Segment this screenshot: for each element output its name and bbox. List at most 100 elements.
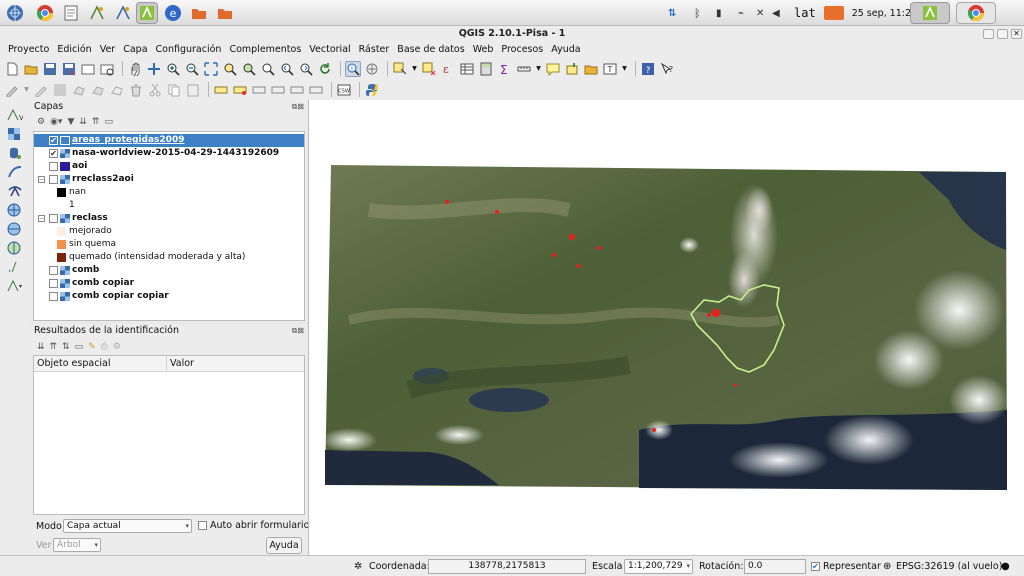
render-checkbox[interactable]: ✔: [811, 562, 820, 571]
deselect-icon[interactable]: [421, 61, 437, 77]
delete-selected-icon[interactable]: [128, 82, 144, 98]
whats-this-icon[interactable]: ?: [659, 61, 675, 77]
qgis-desktop-icon[interactable]: [136, 2, 158, 24]
help-contents-icon[interactable]: ?: [640, 61, 656, 77]
map-canvas[interactable]: [308, 100, 1024, 555]
qgis-alt-icon[interactable]: [112, 2, 134, 24]
composer-manager-icon[interactable]: [99, 61, 115, 77]
zoom-in-icon[interactable]: [165, 61, 181, 77]
add-delimited-text-icon[interactable]: ,: [6, 259, 24, 275]
rotation-field[interactable]: 0.0: [744, 559, 806, 574]
expression-select-icon[interactable]: ε: [440, 61, 456, 77]
filter-legend-icon[interactable]: ▼: [67, 117, 74, 127]
coordinate-field[interactable]: 138778,2175813: [428, 559, 586, 574]
layer-visibility-checkbox[interactable]: [49, 162, 58, 171]
action-icon[interactable]: [364, 61, 380, 77]
menu-vectorial[interactable]: Vectorial: [305, 42, 354, 58]
dock-float-close-buttons[interactable]: ⧉⊠: [292, 102, 304, 112]
toggle-editing-icon[interactable]: [33, 82, 49, 98]
pan-to-selection-icon[interactable]: [146, 61, 162, 77]
layer-visibility-checkbox[interactable]: ✔: [49, 149, 58, 158]
new-bookmark-icon[interactable]: [564, 61, 580, 77]
save-as-icon[interactable]: [61, 61, 77, 77]
qgis-window-button[interactable]: [910, 2, 950, 24]
clock[interactable]: 25 sep, 11:21: [852, 8, 917, 19]
label-tool-icon[interactable]: [213, 82, 229, 98]
new-project-icon[interactable]: [4, 61, 20, 77]
mode-select[interactable]: Capa actual ▾: [63, 519, 192, 533]
cut-features-icon[interactable]: [147, 82, 163, 98]
pan-hand-icon[interactable]: [127, 61, 143, 77]
zoom-last-icon[interactable]: [279, 61, 295, 77]
field-calculator-icon[interactable]: [478, 61, 494, 77]
text-editor-icon[interactable]: [60, 2, 82, 24]
menu-raster[interactable]: Ráster: [355, 42, 394, 58]
collapse-all-icon[interactable]: ⇈: [92, 117, 100, 127]
chrome-window-button[interactable]: [956, 2, 996, 24]
expand-new-icon[interactable]: ⇅: [62, 342, 70, 352]
column-value[interactable]: Valor: [167, 356, 304, 372]
menu-proyecto[interactable]: Proyecto: [4, 42, 53, 58]
folder-icon[interactable]: [214, 2, 236, 24]
dropdown-arrow-icon[interactable]: ▾: [23, 82, 30, 98]
save-project-icon[interactable]: [42, 61, 58, 77]
add-wcs-layer-icon[interactable]: [6, 221, 24, 237]
tray-app-icon[interactable]: [823, 6, 844, 20]
help-button[interactable]: Ayuda: [266, 537, 302, 554]
statistics-sigma-icon[interactable]: Σ: [497, 61, 513, 77]
save-layer-edits-icon[interactable]: [52, 82, 68, 98]
show-bookmarks-icon[interactable]: [583, 61, 599, 77]
add-spatialite-layer-icon[interactable]: [6, 164, 24, 180]
node-tool-icon[interactable]: [109, 82, 125, 98]
show-hide-labels-icon[interactable]: [251, 82, 267, 98]
close-button[interactable]: ✕: [1011, 29, 1022, 39]
layer-visibility-checkbox[interactable]: [49, 266, 58, 275]
auto-open-checkbox[interactable]: [198, 521, 207, 530]
zoom-out-icon[interactable]: [184, 61, 200, 77]
add-wfs-layer-icon[interactable]: [6, 240, 24, 256]
menu-ayuda[interactable]: Ayuda: [547, 42, 584, 58]
layer-row-areas-protegidas[interactable]: ✔ areas_protegidas2009: [34, 134, 304, 147]
remove-layer-icon[interactable]: ▭: [104, 117, 113, 127]
chrome-icon[interactable]: [34, 2, 56, 24]
layer-visibility-checkbox[interactable]: [49, 175, 58, 184]
pin-labels-icon[interactable]: [232, 82, 248, 98]
layer-visibility-checkbox[interactable]: [49, 279, 58, 288]
crs-status[interactable]: EPSG:32619 (al vuelo): [896, 560, 1002, 573]
scale-select[interactable]: 1:1,200,729 ▾: [624, 559, 693, 574]
menu-configuracion[interactable]: Configuración: [152, 42, 226, 58]
volume-icon[interactable]: ◀: [772, 8, 784, 19]
layer-visibility-checkbox[interactable]: [49, 292, 58, 301]
folder-icon[interactable]: [188, 2, 210, 24]
csw-icon[interactable]: CSW: [336, 82, 352, 98]
add-wms-layer-icon[interactable]: [6, 202, 24, 218]
print-icon[interactable]: ⎙: [101, 342, 108, 352]
qgis-browser-icon[interactable]: [86, 2, 108, 24]
network-icon[interactable]: ⇅: [668, 8, 682, 19]
add-group-icon[interactable]: ◉▾: [50, 117, 62, 127]
menu-capa[interactable]: Capa: [119, 42, 151, 58]
new-layer-icon[interactable]: ▾: [6, 278, 24, 294]
dock-float-close-buttons[interactable]: ⧉⊠: [292, 326, 304, 336]
mic-mute-icon[interactable]: ✕: [756, 8, 766, 19]
dropdown-arrow-icon[interactable]: ▾: [411, 61, 418, 77]
identify-features-icon[interactable]: i: [345, 60, 361, 77]
current-edits-icon[interactable]: [4, 82, 20, 98]
collapse-toggle-icon[interactable]: −: [38, 215, 45, 222]
copy-feature-icon[interactable]: ✎: [88, 342, 96, 352]
text-annotation-icon[interactable]: T: [602, 61, 618, 77]
change-label-icon[interactable]: [308, 82, 324, 98]
add-raster-layer-icon[interactable]: [6, 126, 24, 142]
open-project-icon[interactable]: [23, 61, 39, 77]
clear-results-icon[interactable]: ▭: [75, 342, 84, 352]
zoom-to-layer-icon[interactable]: [241, 61, 257, 77]
launcher-globe-icon[interactable]: [4, 2, 26, 24]
add-mssql-layer-icon[interactable]: [6, 183, 24, 199]
view-select[interactable]: Árbol ▾: [53, 538, 101, 552]
column-feature[interactable]: Objeto espacial: [34, 356, 167, 372]
collapse-tree-icon[interactable]: ⇈: [50, 342, 58, 352]
measure-icon[interactable]: [516, 61, 532, 77]
bluetooth-icon[interactable]: ᛒ: [694, 7, 706, 20]
rotate-label-icon[interactable]: [289, 82, 305, 98]
crs-globe-icon[interactable]: ⊕: [883, 560, 891, 573]
